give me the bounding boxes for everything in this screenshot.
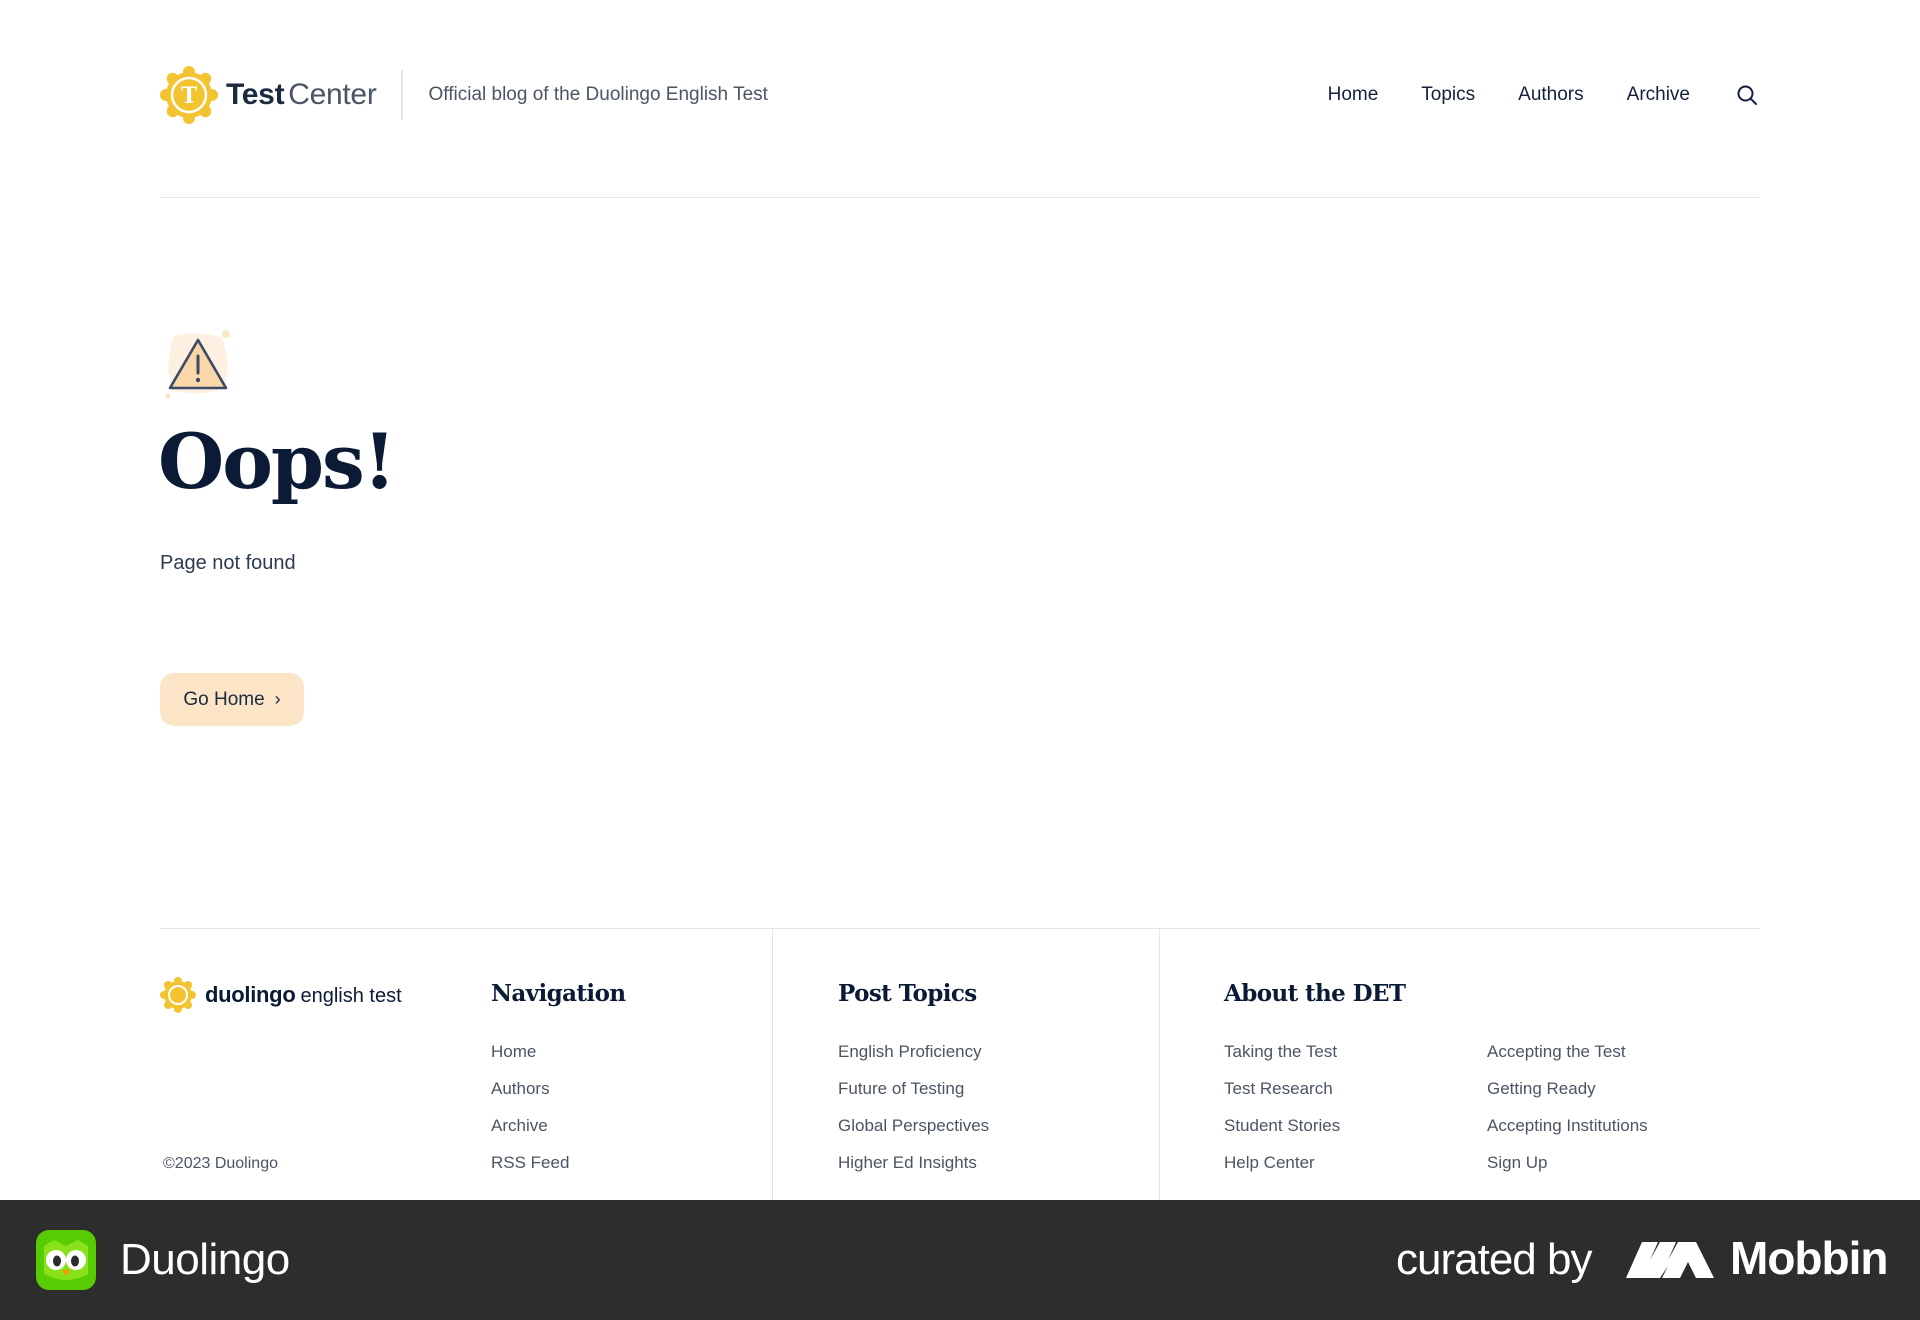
footer-link-english-proficiency[interactable]: English Proficiency [838, 1033, 989, 1070]
main-nav: Home Topics Authors Archive [1328, 82, 1760, 108]
footer-link-global-perspectives[interactable]: Global Perspectives [838, 1107, 989, 1144]
nav-topics[interactable]: Topics [1421, 84, 1475, 106]
nav-home[interactable]: Home [1328, 84, 1379, 106]
footer-navigation: Navigation Home Authors Archive RSS Feed [491, 980, 626, 1181]
chevron-right-icon: › [274, 689, 281, 709]
footer-link-student-stories[interactable]: Student Stories [1224, 1107, 1487, 1144]
footer-link-accepting-institutions[interactable]: Accepting Institutions [1487, 1107, 1750, 1144]
footer-link-accepting-the-test[interactable]: Accepting the Test [1487, 1033, 1750, 1070]
footer-column-divider [1159, 929, 1160, 1200]
go-home-label: Go Home [183, 688, 265, 710]
copyright: ©2023 Duolingo [163, 1155, 278, 1172]
mobbin-logo-icon [1626, 1242, 1714, 1278]
footer-divider [160, 928, 1760, 929]
nav-archive[interactable]: Archive [1627, 84, 1690, 106]
footer-brand-regular: english test [300, 985, 402, 1007]
footer-brand-name: duolingo english test [205, 982, 402, 1008]
search-button[interactable] [1734, 82, 1760, 108]
footer-post-topics-title: Post Topics [838, 980, 977, 1007]
brand-name-regular: Center [288, 78, 377, 111]
footer-link-authors[interactable]: Authors [491, 1070, 625, 1107]
footer-brand-bold: duolingo [205, 982, 296, 1007]
test-center-logo-icon: T [160, 66, 218, 124]
attribution-bar: Duolingo curated by Mobbin [0, 1200, 1920, 1320]
curated-by-label: curated by [1396, 1235, 1592, 1284]
duolingo-app-icon [36, 1230, 96, 1290]
tagline: Official blog of the Duolingo English Te… [428, 84, 768, 105]
mobbin-wordmark: Mobbin [1730, 1232, 1888, 1284]
footer-about-title: About the DET [1224, 980, 1406, 1007]
footer-link-home[interactable]: Home [491, 1033, 625, 1070]
footer-link-rss-feed[interactable]: RSS Feed [491, 1144, 625, 1181]
footer-link-test-research[interactable]: Test Research [1224, 1070, 1487, 1107]
nav-authors[interactable]: Authors [1518, 84, 1583, 106]
warning-icon [165, 330, 230, 399]
go-home-button[interactable]: Go Home › [160, 673, 304, 726]
footer-brand-link[interactable]: duolingo english test [160, 977, 402, 1013]
footer-link-future-of-testing[interactable]: Future of Testing [838, 1070, 989, 1107]
footer-link-taking-the-test[interactable]: Taking the Test [1224, 1033, 1487, 1070]
page-subtitle: Page not found [160, 552, 296, 574]
footer-link-archive[interactable]: Archive [491, 1107, 625, 1144]
svg-text:T: T [181, 83, 198, 109]
footer-navigation-title: Navigation [491, 980, 626, 1007]
app-name: Duolingo [120, 1235, 290, 1284]
page-title: Oops! [158, 417, 396, 506]
brand-logo-link[interactable]: T Test Center [160, 66, 377, 124]
header-divider [160, 197, 1760, 198]
footer-about-grid: Taking the Test Test Research Student St… [1224, 1033, 1750, 1181]
footer-about-det: About the DET Taking the Test Test Resea… [1224, 980, 1750, 1181]
footer-link-help-center[interactable]: Help Center [1224, 1144, 1487, 1181]
footer-link-getting-ready[interactable]: Getting Ready [1487, 1070, 1750, 1107]
footer-column-divider [772, 929, 773, 1200]
brand-divider [400, 70, 403, 120]
site-header: T Test Center Official blog of the Duolin… [160, 60, 1760, 130]
search-icon [1737, 85, 1757, 105]
footer-post-topics: Post Topics English Proficiency Future o… [838, 980, 989, 1181]
duolingo-english-test-logo-icon [160, 977, 196, 1013]
footer-link-higher-ed-insights[interactable]: Higher Ed Insights [838, 1144, 989, 1181]
brand-name: Test Center [226, 78, 377, 112]
footer-link-sign-up[interactable]: Sign Up [1487, 1144, 1750, 1181]
brand-name-bold: Test [226, 78, 285, 111]
